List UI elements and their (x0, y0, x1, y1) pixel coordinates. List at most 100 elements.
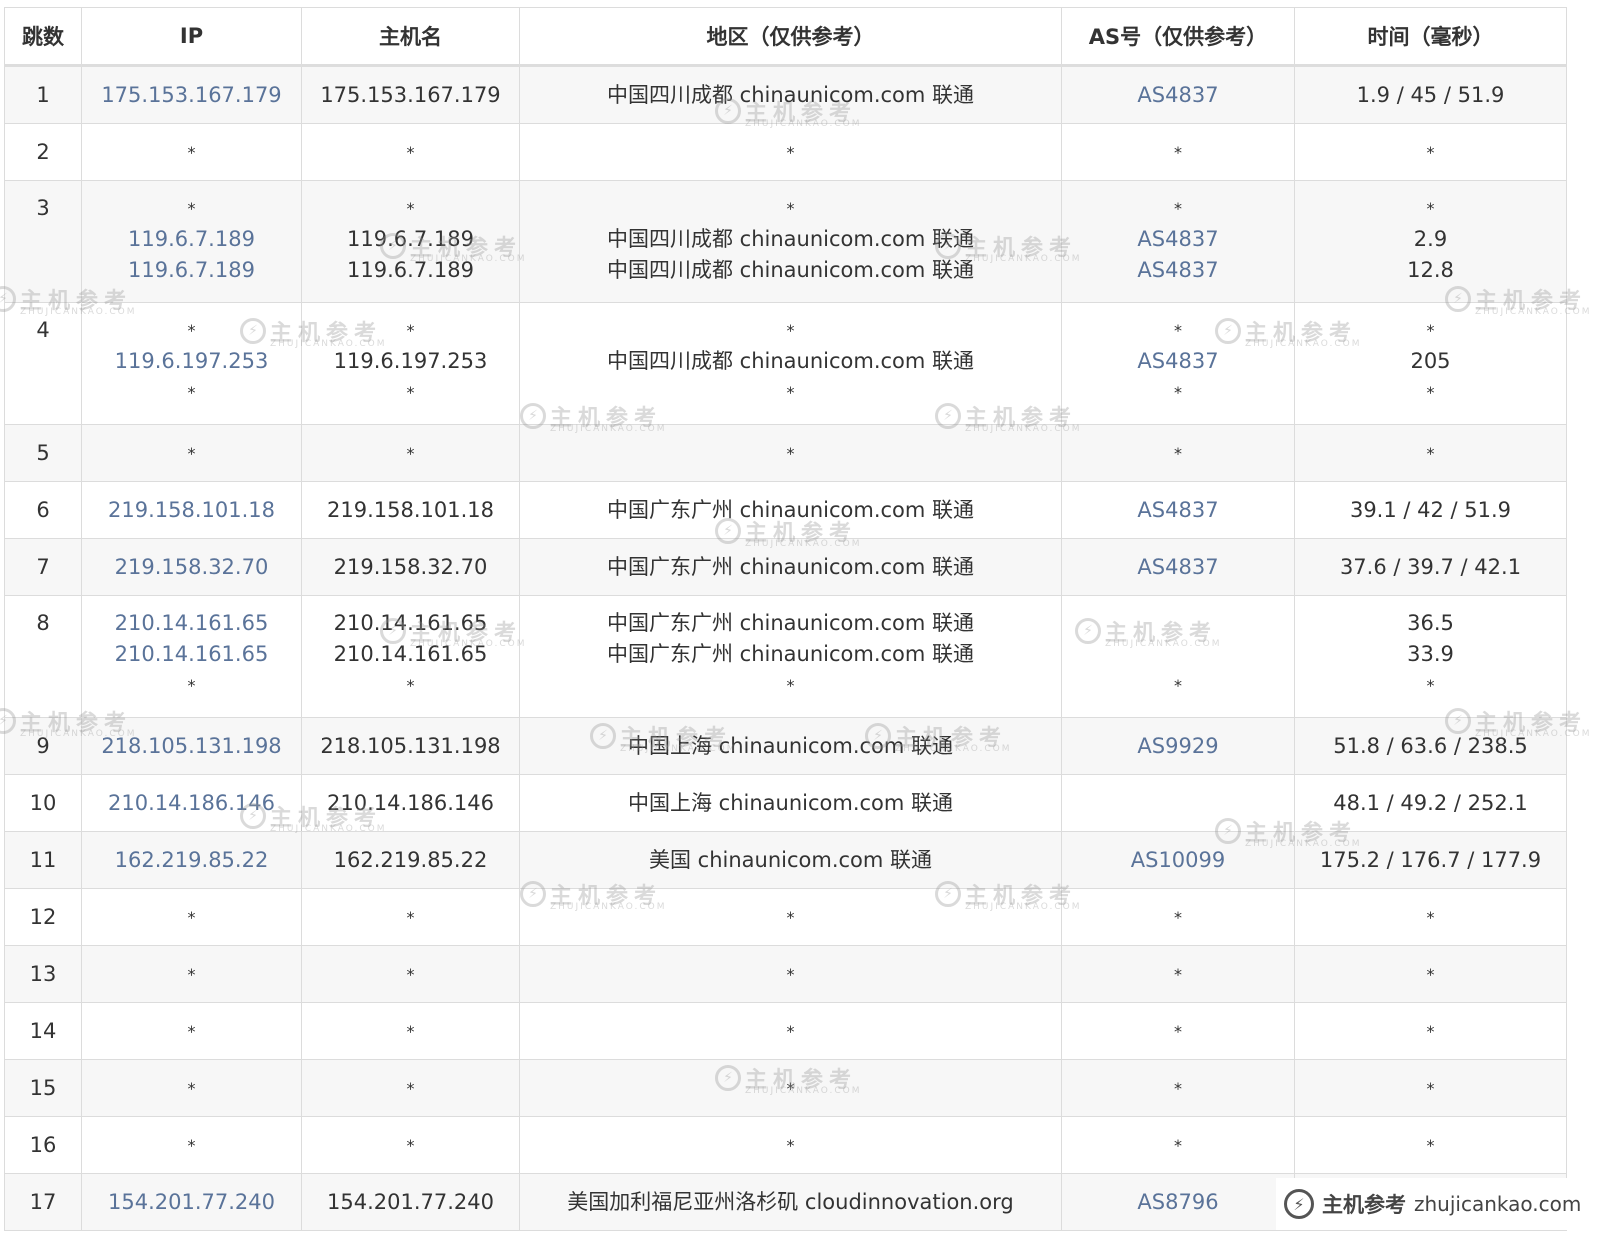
region-cell: 中国广东广州 chinaunicom.com 联通 (519, 538, 1062, 596)
time-cell: * (1294, 424, 1567, 482)
region-cell: * (519, 945, 1062, 1003)
timeout-marker: * (406, 676, 415, 695)
timeout-marker: * (187, 383, 196, 402)
timeout-marker: * (187, 1078, 196, 1098)
as-link[interactable]: AS4837 (1062, 552, 1294, 583)
ip-link[interactable]: 119.6.197.253 (82, 346, 301, 377)
ip-link[interactable]: 119.6.7.189 (82, 224, 301, 255)
ip-link[interactable]: 154.201.77.240 (82, 1187, 301, 1218)
hostname-cell: 210.14.161.65 210.14.161.65 * (301, 595, 520, 718)
hostname-text: 154.201.77.240 (327, 1189, 494, 1214)
as-link[interactable]: AS10099 (1062, 845, 1294, 876)
table-row: 8 210.14.161.65 210.14.161.65 * 210.14.161.6… (4, 595, 1567, 718)
hostname-cell: 210.14.186.146 (301, 774, 520, 832)
as-link[interactable]: AS4837 (1062, 80, 1294, 111)
timeout-marker: * (786, 1078, 795, 1098)
as-text (1062, 788, 1294, 819)
timeout-marker: * (406, 964, 415, 984)
timeout-marker: * (1174, 676, 1182, 695)
hop-cell: 10 (4, 774, 82, 832)
region-cell: * (519, 1002, 1062, 1060)
hostname-text: 210.14.161.65 (333, 642, 488, 666)
region-text: 中国广东广州 chinaunicom.com 联通 (606, 497, 975, 522)
ip-link[interactable]: 210.14.161.65 (82, 639, 301, 670)
timeout-marker: * (187, 443, 196, 463)
timeout-marker: * (406, 1135, 415, 1155)
as-link[interactable]: AS9929 (1062, 731, 1294, 762)
ip-link[interactable]: 175.153.167.179 (82, 80, 301, 111)
time-text: 1.9 / 45 / 51.9 (1356, 82, 1505, 107)
time-cell: 175.2 / 176.7 / 177.9 (1294, 831, 1567, 889)
as-cell: AS4837 (1061, 481, 1295, 539)
region-cell: 美国 chinaunicom.com 联通 (519, 831, 1062, 889)
hop-cell: 16 (4, 1116, 82, 1174)
timeout-marker: * (1174, 443, 1182, 463)
as-link[interactable]: AS8796 (1062, 1187, 1294, 1218)
hostname-cell: * 119.6.197.253 * (301, 302, 520, 425)
ip-link[interactable]: 218.105.131.198 (82, 731, 301, 762)
timeout-marker: * (786, 142, 795, 162)
time-cell: 37.6 / 39.7 / 42.1 (1294, 538, 1567, 596)
region-cell: * (519, 123, 1062, 181)
ip-cell: * (81, 1002, 302, 1060)
as-link[interactable]: AS4837 (1062, 495, 1294, 526)
hop-cell: 4 (4, 302, 82, 425)
as-link[interactable]: AS4837 (1062, 224, 1294, 255)
lightning-circle-icon: ⚡ (1284, 1189, 1314, 1219)
hop-cell: 2 (4, 123, 82, 181)
timeout-marker: * (406, 1078, 415, 1098)
as-text (1062, 639, 1294, 670)
region-text: 中国广东广州 chinaunicom.com 联通 (606, 611, 975, 635)
as-cell: * (1061, 424, 1295, 482)
time-cell: * (1294, 888, 1567, 946)
timeout-marker: * (1426, 321, 1435, 340)
timeout-marker: * (1426, 1021, 1435, 1041)
hostname-cell: * (301, 1002, 520, 1060)
timeout-marker: * (1174, 142, 1182, 162)
ip-link[interactable]: 219.158.101.18 (82, 495, 301, 526)
timeout-marker: * (187, 1021, 196, 1041)
brand-url[interactable]: zhujicankao.com (1414, 1192, 1581, 1216)
table-header-row: 跳数 IP 主机名 地区（仅供参考） AS号（仅供参考） 时间（毫秒） (4, 7, 1567, 67)
header-hostname: 主机名 (301, 7, 520, 67)
brand-badge[interactable]: ⚡ 主机参考 zhujicankao.com (1276, 1178, 1607, 1230)
timeout-marker: * (187, 907, 196, 927)
hop-cell: 6 (4, 481, 82, 539)
as-cell: * (1061, 1059, 1295, 1117)
as-cell: AS10099 (1061, 831, 1295, 889)
timeout-marker: * (1174, 907, 1182, 927)
as-cell: * (1061, 123, 1295, 181)
timeout-marker: * (786, 199, 795, 218)
timeout-marker: * (406, 907, 415, 927)
time-cell: * (1294, 1002, 1567, 1060)
timeout-marker: * (1426, 199, 1435, 218)
ip-cell: 210.14.161.65 210.14.161.65 * (81, 595, 302, 718)
hostname-cell: 219.158.101.18 (301, 481, 520, 539)
timeout-marker: * (786, 1021, 795, 1041)
region-cell: 中国广东广州 chinaunicom.com 联通 中国广东广州 chinauni… (519, 595, 1062, 718)
region-cell: * (519, 424, 1062, 482)
as-cell: AS4837 (1061, 65, 1295, 124)
as-cell: * (1061, 1116, 1295, 1174)
ip-link[interactable]: 210.14.186.146 (82, 788, 301, 819)
table-row: 13 * * * * * (4, 945, 1567, 1003)
table-row: 16 * * * * * (4, 1116, 1567, 1174)
hostname-cell: * 119.6.7.189 119.6.7.189 (301, 180, 520, 303)
hop-cell: 15 (4, 1059, 82, 1117)
timeout-marker: * (786, 907, 795, 927)
timeout-marker: * (1426, 1135, 1435, 1155)
ip-link[interactable]: 219.158.32.70 (82, 552, 301, 583)
ip-link[interactable]: 119.6.7.189 (82, 255, 301, 286)
as-link[interactable]: AS4837 (1062, 346, 1294, 377)
time-text: 2.9 (1413, 227, 1448, 251)
as-text (1062, 608, 1294, 639)
as-cell (1061, 774, 1295, 832)
timeout-marker: * (786, 964, 795, 984)
as-cell: * AS4837 AS4837 (1061, 180, 1295, 303)
header-ip: IP (81, 7, 302, 67)
ip-link[interactable]: 210.14.161.65 (82, 608, 301, 639)
ip-cell: * (81, 1116, 302, 1174)
ip-link[interactable]: 162.219.85.22 (82, 845, 301, 876)
as-link[interactable]: AS4837 (1062, 255, 1294, 286)
ip-cell: 210.14.186.146 (81, 774, 302, 832)
